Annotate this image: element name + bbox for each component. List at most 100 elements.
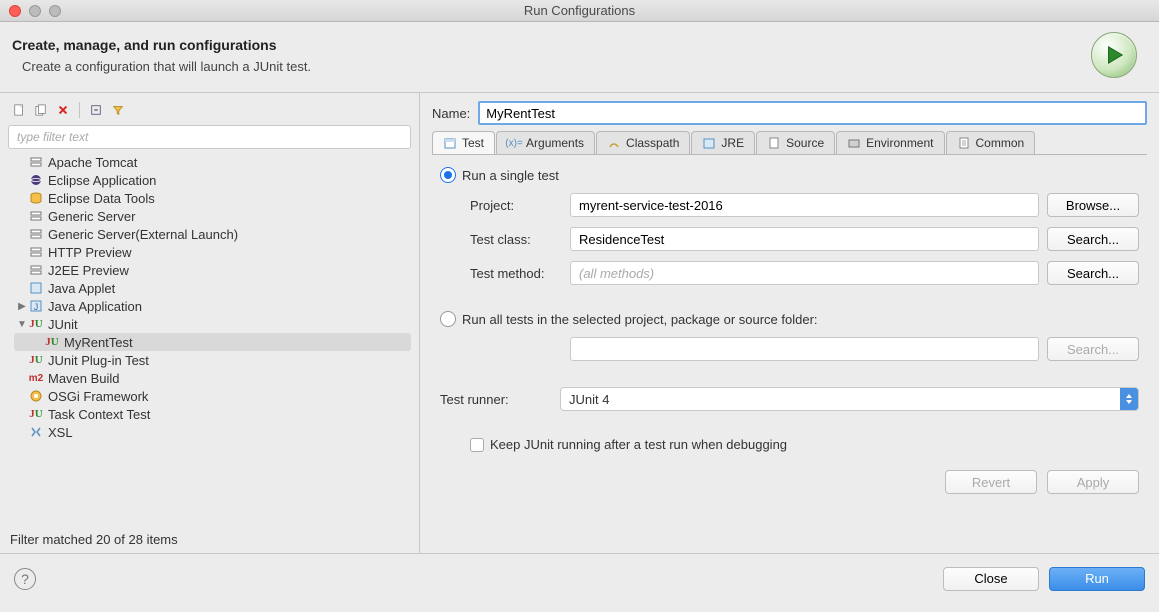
tab-environment[interactable]: Environment — [836, 131, 944, 154]
collapse-all-icon[interactable] — [87, 101, 105, 119]
testclass-search-button[interactable]: Search... — [1047, 227, 1139, 251]
tab-label: Environment — [866, 136, 933, 150]
delete-config-icon[interactable] — [54, 101, 72, 119]
window-title: Run Configurations — [0, 3, 1159, 18]
tab-icon: (x)= — [507, 136, 521, 150]
tree-item-label: Eclipse Application — [48, 173, 156, 188]
apply-button: Apply — [1047, 470, 1139, 494]
help-icon[interactable]: ? — [14, 568, 36, 590]
tab-classpath[interactable]: Classpath — [596, 131, 690, 154]
tree-item[interactable]: J2EE Preview — [14, 261, 411, 279]
header-subtitle: Create a configuration that will launch … — [22, 59, 1091, 74]
revert-button: Revert — [945, 470, 1037, 494]
tree-item[interactable]: Generic Server — [14, 207, 411, 225]
junit-icon: JU — [28, 316, 44, 332]
tree-item[interactable]: OSGi Framework — [14, 387, 411, 405]
tree-item[interactable]: HTTP Preview — [14, 243, 411, 261]
tab-icon — [443, 136, 457, 150]
run-button[interactable]: Run — [1049, 567, 1145, 591]
close-button[interactable]: Close — [943, 567, 1039, 591]
tab-arguments[interactable]: (x)= Arguments — [496, 131, 595, 154]
tree-item-label: Task Context Test — [48, 407, 150, 422]
run-all-tests-radio[interactable]: Run all tests in the selected project, p… — [440, 311, 1139, 327]
filter-input[interactable] — [8, 125, 411, 149]
run-all-scope-input — [570, 337, 1039, 361]
run-single-label: Run a single test — [462, 168, 559, 183]
server-icon — [28, 208, 44, 224]
tab-icon — [767, 136, 781, 150]
tab-icon — [957, 136, 971, 150]
tab-label: Common — [976, 136, 1025, 150]
tree-item[interactable]: Apache Tomcat — [14, 153, 411, 171]
duplicate-config-icon[interactable] — [32, 101, 50, 119]
test-runner-label: Test runner: — [440, 392, 552, 407]
maven-icon: m2 — [28, 370, 44, 386]
testmethod-search-button[interactable]: Search... — [1047, 261, 1139, 285]
browse-button[interactable]: Browse... — [1047, 193, 1139, 217]
run-icon — [1091, 32, 1137, 78]
junit-icon: JU — [44, 334, 60, 350]
tree-item[interactable]: Eclipse Application — [14, 171, 411, 189]
dialog-footer: ? Close Run — [0, 553, 1159, 603]
keep-running-checkbox[interactable]: Keep JUnit running after a test run when… — [470, 437, 1139, 452]
testclass-label: Test class: — [470, 232, 562, 247]
name-input[interactable] — [478, 101, 1147, 125]
filter-config-icon[interactable] — [109, 101, 127, 119]
tree-item-label: XSL — [48, 425, 73, 440]
tree-item-label: OSGi Framework — [48, 389, 148, 404]
testmethod-input[interactable] — [570, 261, 1039, 285]
config-list-pane: Apache Tomcat Eclipse Application Eclipse … — [0, 93, 420, 553]
radio-icon — [440, 311, 456, 327]
tree-item[interactable]: JUJUnit Plug-in Test — [14, 351, 411, 369]
tab-label: Arguments — [526, 136, 584, 150]
name-label: Name: — [432, 106, 470, 121]
run-all-label: Run all tests in the selected project, p… — [462, 312, 818, 327]
project-label: Project: — [470, 198, 562, 213]
tree-item[interactable]: Java Applet — [14, 279, 411, 297]
radio-icon — [440, 167, 456, 183]
tree-item-label: Maven Build — [48, 371, 120, 386]
server-icon — [28, 154, 44, 170]
svg-text:J: J — [34, 302, 39, 312]
java-icon: J — [28, 298, 44, 314]
tab-icon — [847, 136, 861, 150]
tab-jre[interactable]: JRE — [691, 131, 755, 154]
config-detail-pane: Name: Test (x)= Arguments Classpath JRE Sourc… — [420, 93, 1159, 553]
tree-item[interactable]: ▼JUJUnit — [14, 315, 411, 333]
disclosure-right-icon[interactable]: ▶ — [16, 301, 28, 312]
tree-item[interactable]: XSL — [14, 423, 411, 441]
run-single-test-radio[interactable]: Run a single test — [440, 167, 1139, 183]
disclosure-down-icon[interactable]: ▼ — [16, 319, 28, 330]
new-config-icon[interactable] — [10, 101, 28, 119]
tab-common[interactable]: Common — [946, 131, 1036, 154]
tree-item[interactable]: m2 Maven Build — [14, 369, 411, 387]
tree-item-label: Eclipse Data Tools — [48, 191, 155, 206]
tab-source[interactable]: Source — [756, 131, 835, 154]
tab-label: Source — [786, 136, 824, 150]
tree-item[interactable]: JU MyRentTest — [14, 333, 411, 351]
tree-item-label: JUnit Plug-in Test — [48, 353, 149, 368]
tree-item[interactable]: Eclipse Data Tools — [14, 189, 411, 207]
tab-test[interactable]: Test — [432, 131, 495, 154]
testclass-input[interactable] — [570, 227, 1039, 251]
tree-item-label: HTTP Preview — [48, 245, 132, 260]
test-tab-body: Run a single test Project: Browse... Tes… — [432, 155, 1147, 545]
tree-item-label: Generic Server — [48, 209, 135, 224]
config-tree[interactable]: Apache Tomcat Eclipse Application Eclipse … — [14, 149, 411, 526]
test-runner-select[interactable]: JUnit 4 — [560, 387, 1139, 411]
config-toolbar — [8, 99, 411, 125]
tab-label: JRE — [721, 136, 744, 150]
checkbox-icon — [470, 438, 484, 452]
tree-item[interactable]: JUTask Context Test — [14, 405, 411, 423]
tree-item-label: MyRentTest — [64, 335, 133, 350]
config-tabs: Test (x)= Arguments Classpath JRE Source Envir… — [432, 131, 1147, 155]
dialog-header: Create, manage, and run configurations C… — [0, 22, 1159, 93]
chevron-updown-icon — [1120, 388, 1138, 410]
tab-icon — [702, 136, 716, 150]
osgi-icon — [28, 388, 44, 404]
tree-item[interactable]: Generic Server(External Launch) — [14, 225, 411, 243]
applet-icon — [28, 280, 44, 296]
db-icon — [28, 190, 44, 206]
tree-item[interactable]: ▶JJava Application — [14, 297, 411, 315]
project-input[interactable] — [570, 193, 1039, 217]
